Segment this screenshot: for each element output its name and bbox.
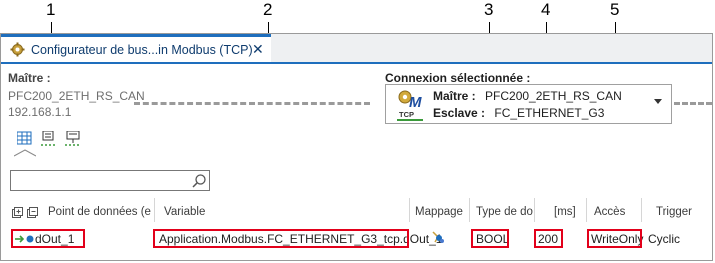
highlight-box-time <box>534 229 563 248</box>
logo-caption: TCP <box>399 110 414 119</box>
device-view-icon[interactable] <box>41 131 57 146</box>
highlight-box-access <box>587 229 642 248</box>
column-header-variable[interactable]: Variable <box>164 206 205 218</box>
selected-view-indicator <box>14 149 36 157</box>
table-view-icon[interactable] <box>17 131 32 145</box>
connection-slave-row: Esclave : FC_ETHERNET_G3 <box>433 106 604 120</box>
selected-connection-label: Connexion sélectionnée : <box>385 71 531 85</box>
search-input[interactable] <box>10 170 210 191</box>
logo-letter: M <box>409 94 422 111</box>
column-separator[interactable] <box>409 198 410 222</box>
column-header-mapping[interactable]: Mappage <box>415 206 463 218</box>
highlight-box-variable <box>153 229 409 248</box>
column-separator[interactable] <box>641 198 642 222</box>
master-ip: 192.168.1.1 <box>8 105 72 119</box>
connection-master-row: Maître : PFC200_2ETH_RS_CAN <box>433 89 622 103</box>
connection-master-key: Maître : <box>433 89 476 103</box>
tab-underline <box>1 62 712 64</box>
column-header-datapoint[interactable]: Point de données (esc <box>48 206 151 218</box>
callout-3: 3 <box>484 0 494 19</box>
view-toggle-group <box>17 131 81 146</box>
column-header-time[interactable]: [ms] <box>554 206 576 218</box>
column-separator[interactable] <box>154 198 155 222</box>
callout-4: 4 <box>541 0 551 19</box>
connection-line-right <box>674 102 712 105</box>
configurator-window: Configurateur de bus...in Modbus (TCP) ✕… <box>0 33 713 261</box>
master-name: PFC200_2ETH_RS_CAN <box>8 89 145 103</box>
modbus-tcp-logo-icon: M TCP <box>397 90 423 121</box>
connection-line-left <box>134 102 370 105</box>
connection-slave-key: Esclave : <box>433 106 486 120</box>
column-header-trigger[interactable]: Trigger <box>656 206 692 218</box>
highlight-box-datatype <box>471 229 509 248</box>
column-separator[interactable] <box>534 198 535 222</box>
chevron-down-icon[interactable] <box>654 99 662 104</box>
connection-master-value: PFC200_2ETH_RS_CAN <box>485 89 622 103</box>
tab-strip: Configurateur de bus...in Modbus (TCP) ✕ <box>1 34 712 62</box>
callout-5: 5 <box>610 0 620 19</box>
gear-icon <box>10 42 25 57</box>
column-separator[interactable] <box>469 198 470 222</box>
highlight-box-datapoint <box>11 229 85 248</box>
tab-title: Configurateur de bus...in Modbus (TCP) <box>31 43 253 57</box>
callout-1: 1 <box>46 0 56 19</box>
tab-modbus-configurator[interactable]: Configurateur de bus...in Modbus (TCP) ✕ <box>1 34 271 62</box>
search-icon[interactable] <box>191 173 207 189</box>
connection-slave-value: FC_ETHERNET_G3 <box>494 106 605 120</box>
column-header-access[interactable]: Accès <box>594 206 625 218</box>
cell-trigger[interactable]: Cyclic <box>648 232 680 246</box>
column-separator[interactable] <box>586 198 587 222</box>
expand-collapse-icons[interactable] <box>12 207 40 219</box>
column-header-datatype[interactable]: Type de don <box>476 206 533 218</box>
selected-connection-dropdown[interactable]: M TCP Maître : PFC200_2ETH_RS_CAN Esclav… <box>385 84 672 124</box>
mapping-icon[interactable] <box>430 229 446 245</box>
close-icon[interactable]: ✕ <box>252 41 264 58</box>
network-view-icon[interactable] <box>65 131 81 146</box>
master-label: Maître : <box>8 71 51 85</box>
callout-2: 2 <box>263 0 273 19</box>
